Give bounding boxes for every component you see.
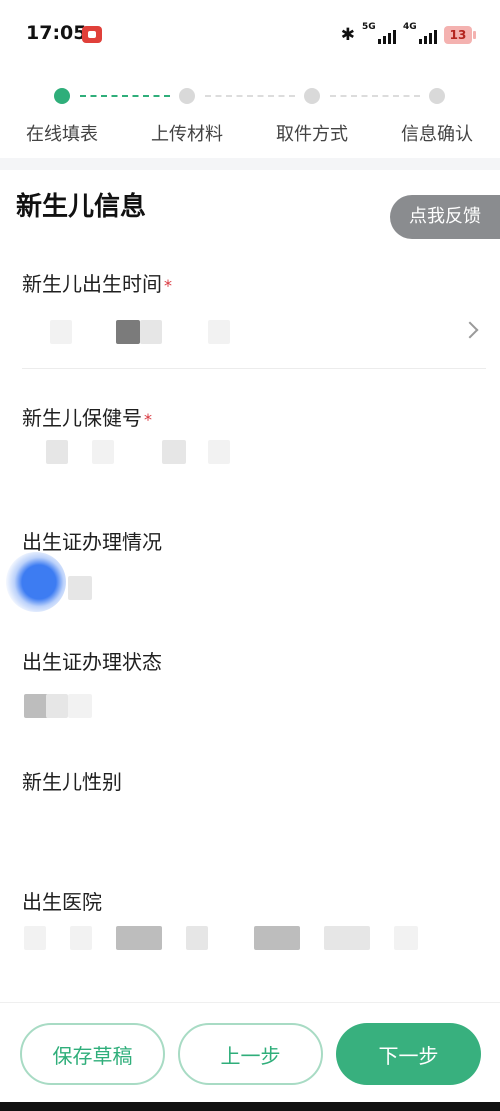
health-number-label: 新生儿保健号 * [22,402,152,431]
hospital-label: 出生医院 [22,890,102,914]
step-dot-4 [429,88,445,104]
gender-label: 新生儿性别 [22,770,122,794]
redacted-value [68,576,92,600]
redacted-value [208,440,230,464]
health-number-field[interactable] [22,430,486,474]
step-label-3: 取件方式 [276,124,348,145]
section-title: 新生儿信息 [16,192,147,222]
redacted-value [46,694,68,718]
redacted-value [116,320,140,344]
save-draft-button[interactable]: 保存草稿 [20,1023,165,1085]
redacted-value [70,926,92,950]
row-divider [22,368,486,369]
cert-status-field[interactable] [22,686,486,726]
previous-step-button[interactable]: 上一步 [178,1023,323,1085]
bottom-action-bar: 保存草稿 上一步 下一步 [0,1002,500,1103]
status-icons: ✱ 5G 4G 13 [340,22,476,48]
redacted-value [24,694,48,718]
cert-status-label: 出生证办理状态 [22,650,162,674]
redacted-value [208,320,230,344]
step-label-2: 上传材料 [151,124,223,145]
redacted-value [68,694,92,718]
next-step-button[interactable]: 下一步 [336,1023,481,1085]
required-mark: * [164,276,172,295]
birth-time-label: 新生儿出生时间 * [22,268,172,297]
signal-5g-icon: 5G [362,22,396,46]
step-label-4: 信息确认 [401,124,473,145]
redacted-value [140,320,162,344]
progress-stepper: 在线填表 上传材料 取件方式 信息确认 [0,80,500,160]
status-bar: 17:05 ✱ 5G 4G 13 [0,0,500,70]
section-divider [0,158,500,170]
signal-4g-label: 4G [403,22,417,32]
redacted-value [394,926,418,950]
signal-5g-label: 5G [362,22,376,32]
birth-time-field[interactable] [22,306,486,360]
bluetooth-icon: ✱ [340,25,355,45]
redacted-value [254,926,300,950]
hospital-field[interactable] [22,924,486,964]
redacted-value [162,440,186,464]
battery-icon: 13 [444,26,476,44]
step-connector-2 [205,95,295,97]
redacted-value [46,440,68,464]
health-number-label-text: 新生儿保健号 [22,406,142,430]
signal-4g-icon: 4G [403,22,437,46]
redacted-value [50,320,72,344]
redacted-value [324,926,370,950]
status-time: 17:05 [26,22,87,44]
feedback-button[interactable]: 点我反馈 [390,195,500,239]
redacted-value [186,926,208,950]
step-connector-3 [330,95,420,97]
required-mark: * [144,410,152,429]
redacted-value [116,926,162,950]
birth-time-label-text: 新生儿出生时间 [22,272,162,296]
system-nav-strip [0,1102,500,1111]
redacted-value [24,926,46,950]
step-dot-1 [54,88,70,104]
screen-record-icon [82,26,102,43]
step-dot-3 [304,88,320,104]
cert-situation-field[interactable] [22,568,486,608]
step-connector-1 [80,95,170,97]
redacted-value [92,440,114,464]
cert-situation-label: 出生证办理情况 [22,530,162,554]
step-label-1: 在线填表 [26,124,98,145]
step-dot-2 [179,88,195,104]
gender-field[interactable] [22,806,486,846]
